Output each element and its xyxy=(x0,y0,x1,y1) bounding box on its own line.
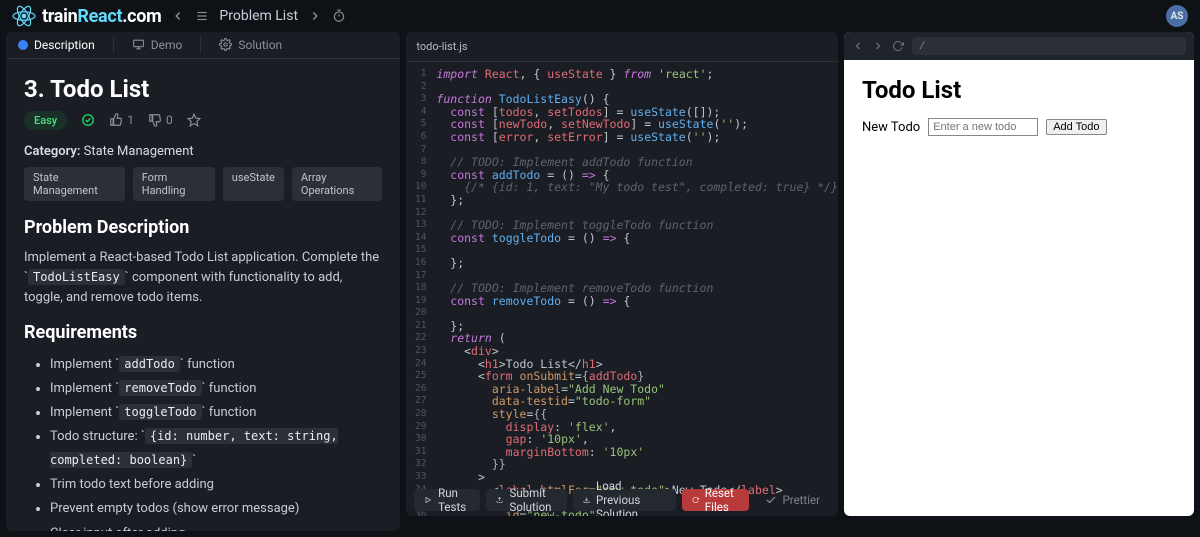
tab-solution[interactable]: Solution xyxy=(219,32,282,58)
tag[interactable]: Form Handling xyxy=(133,167,215,201)
editor-tab[interactable]: todo-list.js xyxy=(406,32,838,62)
desc-text: Implement a React-based Todo List applic… xyxy=(24,248,382,308)
tags-row: State ManagementForm HandlinguseStateArr… xyxy=(24,167,382,201)
requirement-item: Implement `addTodo` function xyxy=(50,353,382,377)
btn-label: Prettier xyxy=(783,493,820,507)
check-icon xyxy=(81,113,95,127)
timer-icon[interactable] xyxy=(332,9,346,23)
tag[interactable]: State Management xyxy=(24,167,125,201)
dot-icon xyxy=(18,40,28,50)
tab-label: Description xyxy=(34,38,95,52)
preview-panel: / Todo List New Todo Add Todo xyxy=(844,32,1194,516)
editor-filename: todo-list.js xyxy=(416,40,467,53)
desc-heading: Problem Description xyxy=(24,217,382,238)
tab-demo[interactable]: Demo xyxy=(132,32,183,58)
preview-forward-icon[interactable] xyxy=(872,40,884,52)
preview-add-button[interactable]: Add Todo xyxy=(1046,119,1106,135)
editor-panel: todo-list.js 123456789101112131415161718… xyxy=(406,32,838,516)
requirement-item: Trim todo text before adding xyxy=(50,473,382,497)
preview-url[interactable]: / xyxy=(912,37,1186,55)
load-previous-button[interactable]: Load Previous Solution xyxy=(573,489,676,511)
requirement-item: Todo structure: `{id: number, text: stri… xyxy=(50,425,382,473)
nav-forward-icon[interactable] xyxy=(308,9,322,23)
prettier-button[interactable]: Prettier xyxy=(755,489,830,511)
brand-react: React xyxy=(77,6,122,27)
req-heading: Requirements xyxy=(24,322,382,343)
dislike-button[interactable]: 0 xyxy=(148,113,173,127)
reset-files-button[interactable]: Reset Files xyxy=(682,489,749,511)
preview-label: New Todo xyxy=(862,120,920,135)
panel-tabs: Description Demo Solution xyxy=(6,32,400,59)
logo-icon xyxy=(12,4,36,28)
btn-label: Load Previous Solution xyxy=(596,479,666,516)
brand-train: train xyxy=(42,6,77,27)
tag[interactable]: useState xyxy=(223,167,284,201)
submit-solution-button[interactable]: Submit Solution xyxy=(486,489,566,511)
run-tests-button[interactable]: Run Tests xyxy=(414,489,480,511)
requirement-item: Prevent empty todos (show error message) xyxy=(50,497,382,521)
topbar: trainReact.com Problem List AS xyxy=(0,0,1200,32)
code-editor[interactable]: 1234567891011121314151617181920212223242… xyxy=(406,62,838,516)
requirement-item: Clear input after adding xyxy=(50,522,382,531)
btn-label: Submit Solution xyxy=(509,486,556,514)
brand-logo[interactable]: trainReact.com xyxy=(12,4,161,28)
nav-back-icon[interactable] xyxy=(171,9,185,23)
btn-label: Run Tests xyxy=(438,486,470,514)
preview-input[interactable] xyxy=(928,118,1038,136)
tab-description[interactable]: Description xyxy=(18,32,95,58)
preview-back-icon[interactable] xyxy=(852,40,864,52)
btn-label: Reset Files xyxy=(705,486,739,514)
dislike-count: 0 xyxy=(166,113,173,127)
requirements-list: Implement `addTodo` functionImplement `r… xyxy=(24,353,382,531)
requirement-item: Implement `removeTodo` function xyxy=(50,377,382,401)
code-content: import React, { useState } from 'react';… xyxy=(432,62,838,516)
list-icon[interactable] xyxy=(195,9,209,23)
like-button[interactable]: 1 xyxy=(109,113,134,127)
preview-reload-icon[interactable] xyxy=(892,40,904,52)
preview-title: Todo List xyxy=(862,76,1176,104)
preview-body: Todo List New Todo Add Todo xyxy=(844,60,1194,516)
gear-icon xyxy=(219,38,232,51)
tag[interactable]: Array Operations xyxy=(292,167,383,201)
category-line: Category: State Management xyxy=(24,144,382,159)
like-count: 1 xyxy=(127,113,134,127)
monitor-icon xyxy=(132,38,145,51)
avatar[interactable]: AS xyxy=(1166,5,1188,27)
tab-label: Demo xyxy=(151,38,183,52)
preview-toolbar: / xyxy=(844,32,1194,60)
brand-dotcom: .com xyxy=(122,6,161,27)
tab-label: Solution xyxy=(238,38,282,52)
star-icon[interactable] xyxy=(187,113,201,127)
breadcrumb[interactable]: Problem List xyxy=(219,8,298,24)
problem-title: 3. Todo List xyxy=(24,75,382,103)
difficulty-badge: Easy xyxy=(24,111,67,130)
description-panel: Description Demo Solution 3. Todo List E… xyxy=(6,32,400,531)
requirement-item: Implement `toggleTodo` function xyxy=(50,401,382,425)
